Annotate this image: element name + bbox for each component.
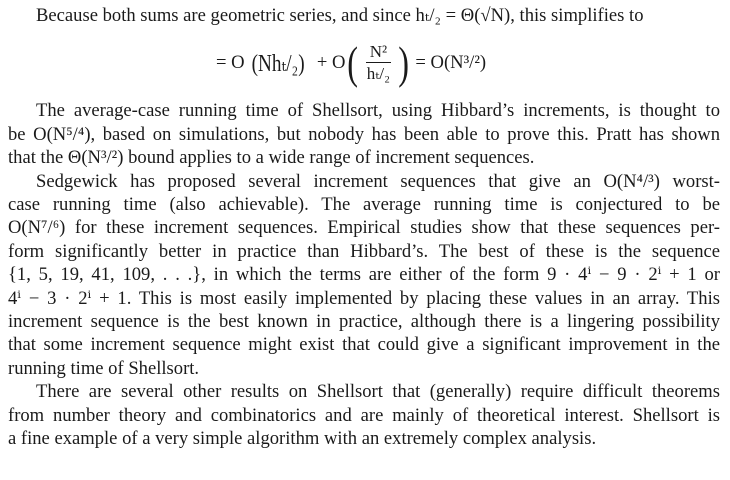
paragraph-other-results: There are several other results on Shell… [8,380,720,450]
equation-body: = O (Nhₜ/₂) + O ( N² hₜ/₂ ) = O(N³/²) [216,35,486,91]
paragraph-sedgewick: Sedgewick has proposed several increment… [8,170,720,381]
text-line: be O(N⁵/⁴), based on simulations, but no… [8,123,720,145]
equation-right-paren: ) [398,37,410,89]
text-line: Sedgewick has proposed several increment… [36,170,720,192]
text-line: case running time (also achievable). The… [8,194,720,216]
text-line: a fine example of a very simple algorith… [8,428,597,450]
text-line: that some increment sequence might exist… [8,334,720,356]
document-page: Because both sums are geometric series, … [8,4,720,451]
text-line: 4ⁱ − 3 · 2ⁱ + 1. This is most easily imp… [8,287,720,309]
text-line: There are several other results on Shell… [36,381,720,403]
text-line: O(N⁷/⁶) for these increment sequences. E… [8,217,720,239]
text-line: increment sequence is the best known in … [8,311,720,333]
intro-line: Because both sums are geometric series, … [36,5,644,26]
display-equation: = O (Nhₜ/₂) + O ( N² hₜ/₂ ) = O(N³/²) [8,29,720,95]
text-line: form significantly better in practice th… [8,240,720,262]
equation-term1: (Nhₜ/₂) [251,49,304,78]
fraction-denominator: hₜ/₂ [366,63,391,83]
fraction-numerator: N² [365,42,392,63]
equation-left-paren: ( [347,37,359,89]
equation-result: = O(N³/²) [415,52,487,74]
text-line: running time of Shellsort. [8,357,200,379]
equation-term1-text: (Nhₜ/₂) [251,50,305,77]
equation-plus: + O [316,52,346,74]
equation-fraction: N² hₜ/₂ [363,42,394,85]
equation-lead: = O [216,52,245,74]
text-line: from number theory and combinatorics and… [8,404,720,426]
text-line: The average-case running time of Shellso… [36,100,720,122]
text-line: {1, 5, 19, 41, 109, . . .}, in which the… [8,264,720,286]
paragraph-average-case: The average-case running time of Shellso… [8,99,720,169]
text-line: that the Θ(N³/²) bound applies to a wide… [8,147,535,169]
